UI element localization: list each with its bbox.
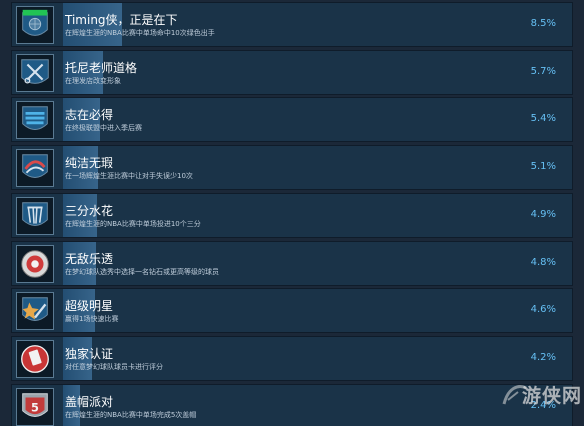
shield-stripes-icon <box>16 101 54 140</box>
achievement-title: 无敌乐透 <box>65 251 114 266</box>
achievement-description: 在梦幻球队选秀中选择一名钻石或更高等级的球员 <box>65 267 219 276</box>
achievement-row[interactable]: 超级明星 赢得1场快速比赛 4.6% <box>11 288 573 334</box>
number-five-shield-icon: 5 <box>16 387 54 426</box>
achievements-list: Timing侠，正是在下 在辉煌生涯的NBA比赛中单场命中10次绿色出手 8.5% … <box>0 0 584 426</box>
achievement-title: 志在必得 <box>65 108 114 123</box>
achievement-description: 在终极联盟中进入季后赛 <box>65 124 142 133</box>
achievement-title: 超级明星 <box>65 299 114 314</box>
achievement-percent: 4.8% <box>530 256 556 268</box>
swoosh-shield-icon <box>16 149 54 188</box>
basketball-player-icon <box>16 6 54 44</box>
achievement-description: 在一场辉煌生涯比赛中让对手失误少10次 <box>65 172 193 181</box>
achievement-row[interactable]: 三分水花 在辉煌生涯的NBA比赛中单场投进10个三分 4.9% <box>11 192 573 238</box>
achievement-row[interactable]: Timing侠，正是在下在辉煌生涯的NBA比赛中单场命中10次绿色出手 8.5% <box>11 2 573 47</box>
achievement-row[interactable]: 5 盖帽派对 在辉煌生涯的NBA比赛中单场完成5次盖帽 2.4% <box>11 383 573 426</box>
star-player-icon <box>16 292 54 331</box>
achievement-row[interactable]: 无敌乐透 在梦幻球队选秀中选择一名钻石或更高等级的球员 4.8% <box>11 240 573 286</box>
achievement-title: 盖帽派对 <box>65 394 114 409</box>
achievement-description: 在辉煌生涯的NBA比赛中单场命中10次绿色出手 <box>65 29 215 37</box>
net-splash-icon <box>16 196 54 235</box>
lottery-ball-icon <box>16 244 54 283</box>
achievement-title: Timing侠，正是在下 <box>65 13 178 27</box>
achievement-description: 在理发店改变形象 <box>65 76 121 85</box>
achievement-percent: 5.7% <box>530 65 556 77</box>
achievement-row[interactable]: 独家认证 对任意梦幻球队球员卡进行评分 4.2% <box>11 335 573 381</box>
achievement-percent: 4.6% <box>530 304 556 316</box>
svg-text:5: 5 <box>31 400 39 414</box>
achievement-title: 三分水花 <box>65 203 114 218</box>
achievement-title: 独家认证 <box>65 346 114 361</box>
achievement-percent: 8.5% <box>530 18 556 29</box>
achievement-title: 托尼老师道格 <box>65 60 138 75</box>
achievement-row[interactable]: 志在必得 在终极联盟中进入季后赛 5.4% <box>11 97 573 143</box>
scissors-comb-icon <box>16 53 54 92</box>
achievement-title: 纯洁无瑕 <box>65 156 114 171</box>
achievement-description: 在辉煌生涯的NBA比赛中单场完成5次盖帽 <box>65 410 197 419</box>
achievement-row[interactable]: 纯洁无瑕 在一场辉煌生涯比赛中让对手失误少10次 5.1% <box>11 145 573 191</box>
achievement-description: 赢得1场快速比赛 <box>65 315 119 324</box>
achievement-percent: 4.2% <box>530 351 556 363</box>
achievement-row[interactable]: 托尼老师道格 在理发店改变形象 5.7% <box>11 49 573 95</box>
card-stamp-icon <box>16 339 54 378</box>
watermark-text: 游侠网 <box>522 385 583 407</box>
achievement-description: 在辉煌生涯的NBA比赛中单场投进10个三分 <box>65 219 201 228</box>
achievement-percent: 5.4% <box>530 113 556 125</box>
achievement-percent: 4.9% <box>530 208 556 220</box>
achievement-description: 对任意梦幻球队球员卡进行评分 <box>65 362 163 371</box>
achievement-percent: 5.1% <box>530 161 556 173</box>
